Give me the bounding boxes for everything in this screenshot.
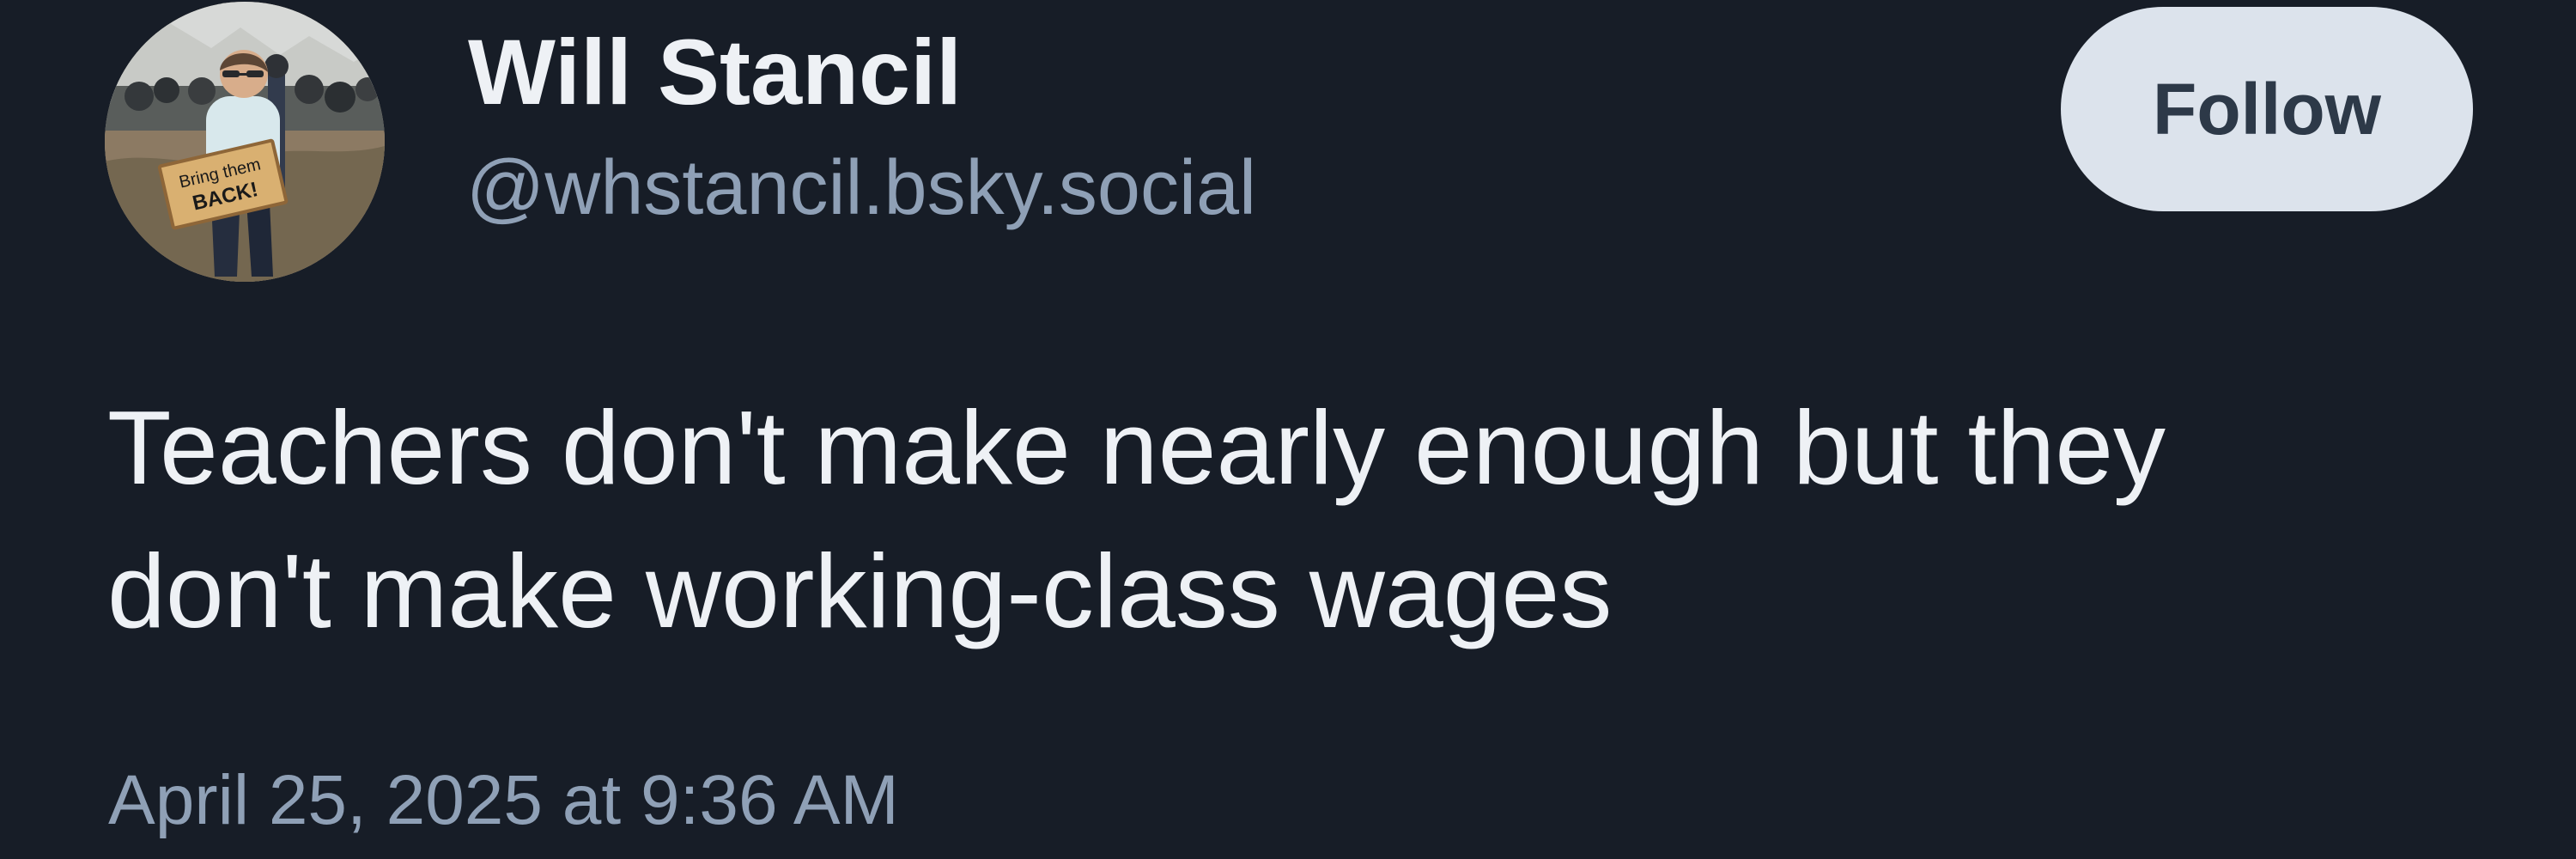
post-text-line-2: don't make working-class wages	[107, 533, 1613, 649]
author-name[interactable]: Will Stancil	[468, 19, 962, 125]
author-handle[interactable]: @whstancil.bsky.social	[466, 144, 1256, 234]
author-avatar[interactable]: Bring them BACK!	[105, 2, 385, 282]
profile-photo: Bring them BACK!	[105, 2, 385, 282]
follow-button[interactable]: Follow	[2061, 7, 2473, 211]
post-text-line-1: Teachers don't make nearly enough but th…	[107, 389, 2166, 506]
post-text: Teachers don't make nearly enough but th…	[107, 376, 2512, 663]
post-card: Bring them BACK! Will Stancil @whstancil…	[0, 0, 2576, 859]
post-timestamp[interactable]: April 25, 2025 at 9:36 AM	[108, 760, 899, 841]
